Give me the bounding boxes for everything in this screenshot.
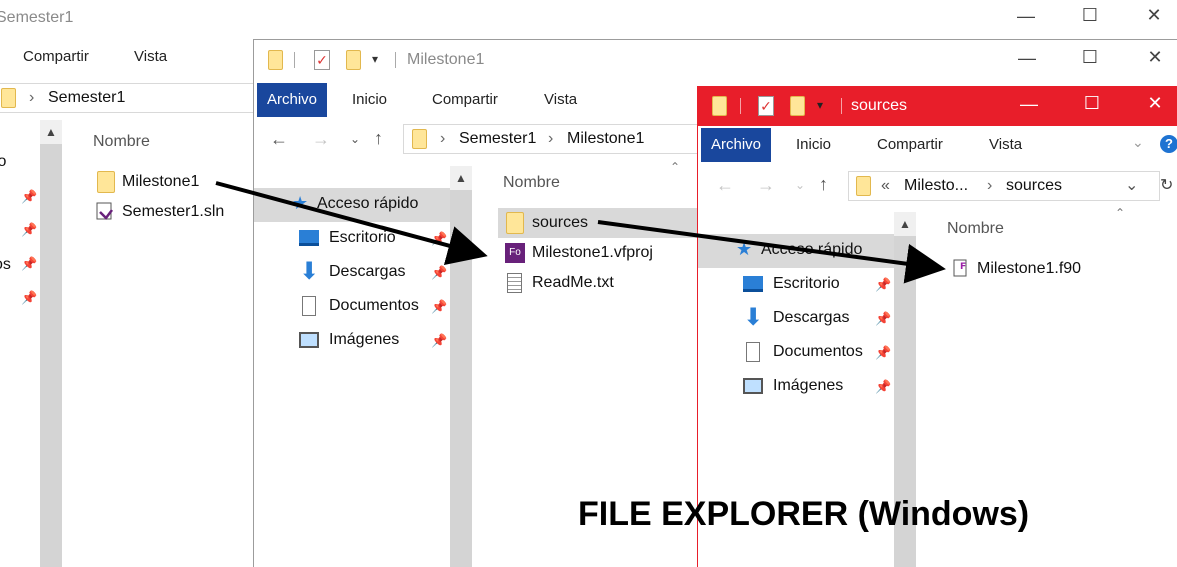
caption-label: FILE EXPLORER (Windows) bbox=[578, 495, 1030, 533]
arrow-milestone1-to-window bbox=[215, 181, 488, 266]
arrow-sources-to-window bbox=[597, 220, 946, 284]
annotation-arrows bbox=[215, 181, 946, 284]
